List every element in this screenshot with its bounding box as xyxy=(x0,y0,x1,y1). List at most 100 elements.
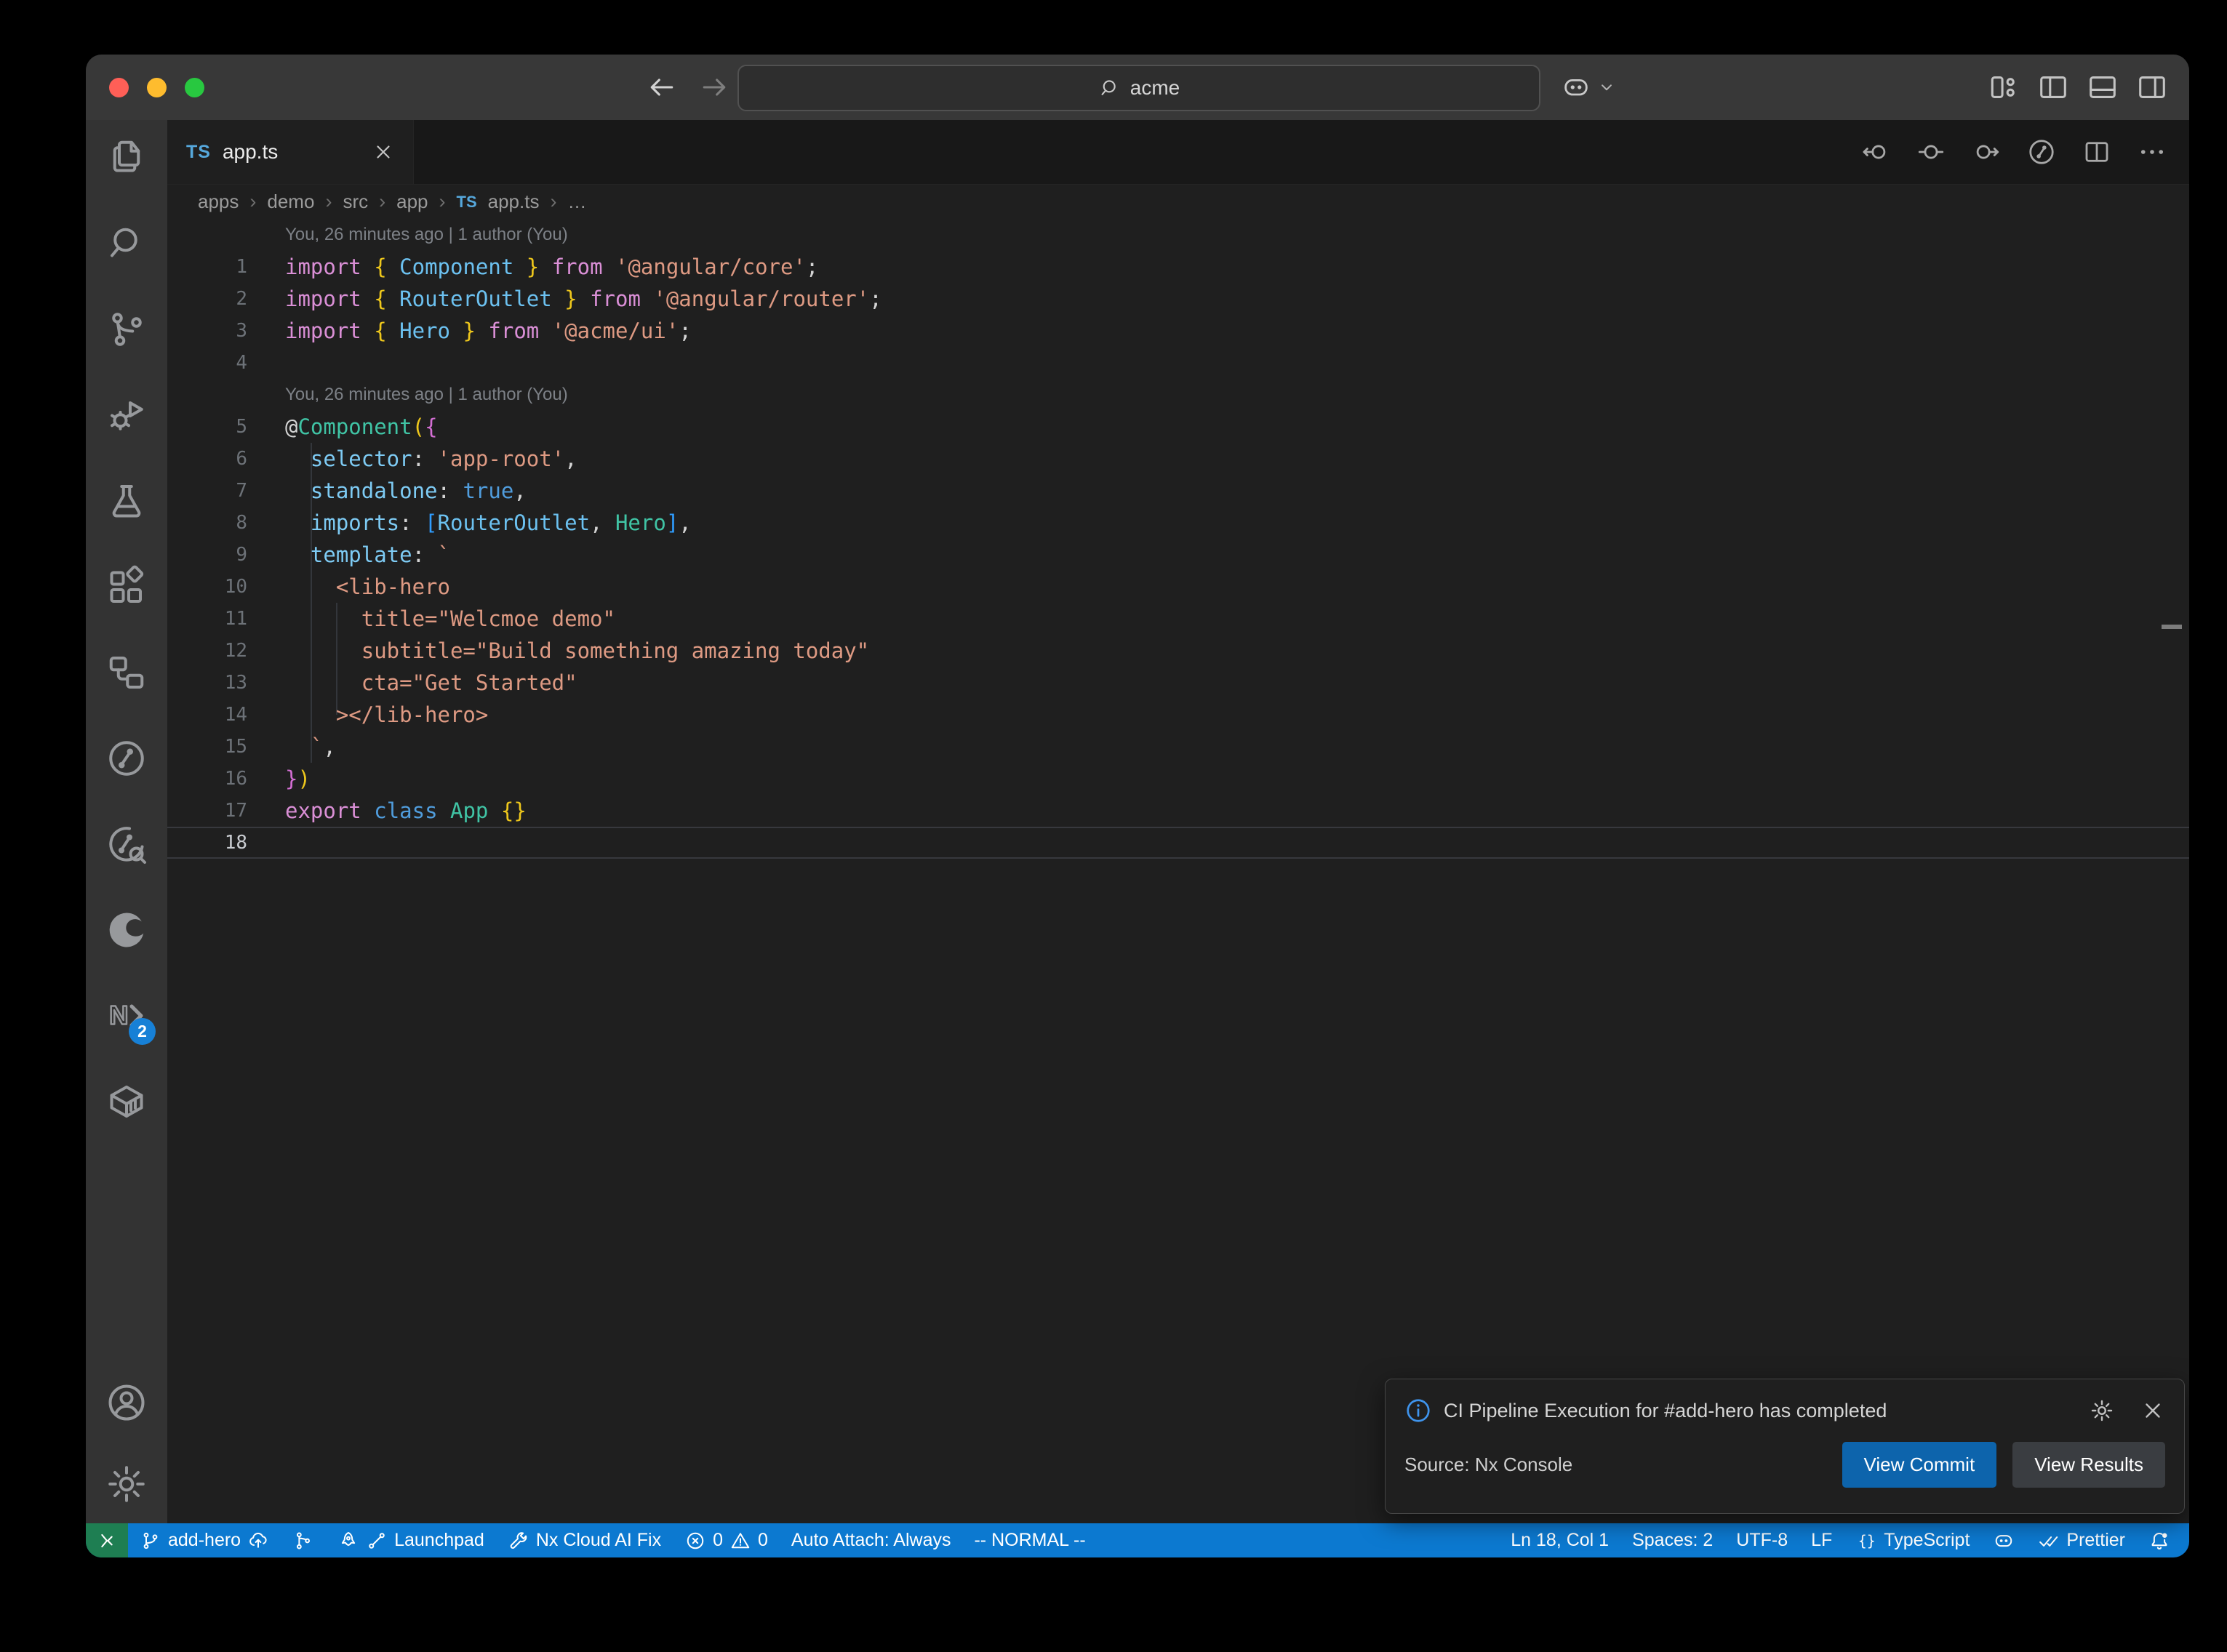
code-line[interactable]: 9 template: ` xyxy=(167,539,2189,571)
activity-item-search[interactable] xyxy=(105,222,148,265)
statusbar-text: Auto Attach: Always xyxy=(791,1530,951,1551)
customize-layout-icon[interactable] xyxy=(1987,71,2020,104)
breadcrumb-separator: › xyxy=(550,191,556,213)
activity-item-settings[interactable] xyxy=(105,1462,148,1506)
activity-item-gitlens-inspect[interactable] xyxy=(105,822,148,866)
statusbar-cursor-position[interactable]: Ln 18, Col 1 xyxy=(1499,1523,1620,1557)
gitlens-previous-icon[interactable] xyxy=(1916,137,1946,167)
code-line[interactable]: 2import { RouterOutlet } from '@angular/… xyxy=(167,283,2189,315)
navigate-back-icon[interactable] xyxy=(646,71,678,103)
activity-item-nx-console[interactable]: N2 xyxy=(105,994,148,1038)
activity-item-accounts[interactable] xyxy=(105,1381,148,1424)
navigate-forward-icon[interactable] xyxy=(698,71,730,103)
code-line[interactable]: 18 xyxy=(167,827,2189,859)
code-line[interactable]: 12 subtitle="Build something amazing tod… xyxy=(167,635,2189,667)
code-line[interactable]: 13 cta="Get Started" xyxy=(167,667,2189,699)
activity-item-edge-tools[interactable] xyxy=(105,908,148,952)
close-tab-icon[interactable] xyxy=(372,141,394,163)
more-actions-icon[interactable] xyxy=(2137,137,2167,167)
code-text: subtitle="Build something amazing today" xyxy=(285,635,869,667)
activity-item-containers[interactable] xyxy=(105,1080,148,1123)
statusbar-copilot-status[interactable] xyxy=(1981,1523,2026,1557)
activity-bar: N2 xyxy=(86,120,167,1523)
code-line[interactable]: 14 ></lib-hero> xyxy=(167,699,2189,731)
statusbar-nx-cloud-ai-fix[interactable]: Nx Cloud AI Fix xyxy=(496,1523,673,1557)
statusbar-gitlens-launchpad[interactable]: Launchpad xyxy=(326,1523,496,1557)
code-text: }) xyxy=(285,763,311,795)
code-line[interactable]: 1import { Component } from '@angular/cor… xyxy=(167,251,2189,283)
code-text: @Component({ xyxy=(285,411,438,443)
title-bar: acme xyxy=(86,55,2189,120)
gitlens-open-changes-icon[interactable] xyxy=(1860,137,1891,167)
git-branch-icon xyxy=(140,1530,161,1552)
code-line[interactable]: 10 <lib-hero xyxy=(167,571,2189,603)
code-line[interactable]: 16}) xyxy=(167,763,2189,795)
minimize-window-button[interactable] xyxy=(147,78,167,97)
code-line[interactable]: 15 `, xyxy=(167,731,2189,763)
breadcrumb-item[interactable]: apps xyxy=(198,191,239,213)
activity-item-testing[interactable] xyxy=(105,479,148,523)
statusbar-vim-mode[interactable]: -- NORMAL -- xyxy=(962,1523,1097,1557)
breadcrumb-separator: › xyxy=(379,191,385,213)
breadcrumb-item-file[interactable]: app.ts xyxy=(488,191,540,213)
code-text: template: ` xyxy=(285,539,450,571)
zoom-window-button[interactable] xyxy=(185,78,204,97)
view-results-button[interactable]: View Results xyxy=(2012,1442,2165,1488)
statusbar-remote-indicator[interactable] xyxy=(86,1523,128,1557)
code-line[interactable]: 17export class App {} xyxy=(167,795,2189,827)
statusbar-eol[interactable]: LF xyxy=(1799,1523,1844,1557)
breadcrumb-item[interactable]: demo xyxy=(267,191,314,213)
gitlens-next-icon[interactable] xyxy=(1971,137,2002,167)
breadcrumb-item[interactable]: src xyxy=(343,191,368,213)
code-line[interactable]: 6 selector: 'app-root', xyxy=(167,443,2189,475)
code-line[interactable]: 11 title="Welcmoe demo" xyxy=(167,603,2189,635)
command-center-search[interactable]: acme xyxy=(737,65,1540,111)
statusbar-indentation[interactable]: Spaces: 2 xyxy=(1620,1523,1724,1557)
activity-item-explorer[interactable] xyxy=(105,136,148,180)
notification-settings-gear-icon[interactable] xyxy=(2090,1398,2114,1423)
toggle-panel-icon[interactable] xyxy=(2086,71,2119,104)
svg-text:N: N xyxy=(109,1000,128,1030)
toggle-sidebar-left-icon[interactable] xyxy=(2036,71,2070,104)
activity-item-source-control[interactable] xyxy=(105,308,148,351)
notification-close-icon[interactable] xyxy=(2140,1398,2165,1423)
code-editor[interactable]: You, 26 minutes ago | 1 author (You)1imp… xyxy=(167,219,2189,1523)
statusbar-git-branch[interactable]: add-hero xyxy=(128,1523,281,1557)
statusbar-problems[interactable]: 00 xyxy=(673,1523,780,1557)
rocket-icon xyxy=(337,1530,359,1552)
blame-annotation[interactable]: You, 26 minutes ago | 1 author (You) xyxy=(167,219,2189,251)
tab-app-ts[interactable]: TS app.ts xyxy=(167,120,414,184)
statusbar-text: 0 xyxy=(713,1530,723,1551)
statusbar-git-graph[interactable] xyxy=(281,1523,326,1557)
typescript-file-icon: TS xyxy=(457,193,477,212)
statusbar-formatter-prettier[interactable]: Prettier xyxy=(2026,1523,2137,1557)
view-commit-button[interactable]: View Commit xyxy=(1842,1442,1997,1488)
line-number: 4 xyxy=(167,347,285,379)
statusbar-auto-attach[interactable]: Auto Attach: Always xyxy=(780,1523,963,1557)
breadcrumb-item[interactable]: app xyxy=(396,191,428,213)
breadcrumb-item-symbol[interactable]: … xyxy=(567,191,586,213)
statusbar-language-mode[interactable]: {}TypeScript xyxy=(1844,1523,1981,1557)
activity-item-remote-explorer[interactable] xyxy=(105,651,148,694)
git-graph-icon xyxy=(292,1530,314,1552)
code-line[interactable]: 8 imports: [RouterOutlet, Hero], xyxy=(167,507,2189,539)
statusbar-notifications-bell[interactable] xyxy=(2137,1523,2182,1557)
activity-item-run-debug[interactable] xyxy=(105,393,148,437)
code-text: imports: [RouterOutlet, Hero], xyxy=(285,507,692,539)
copilot-menu[interactable] xyxy=(1561,55,1616,120)
blame-annotation[interactable]: You, 26 minutes ago | 1 author (You) xyxy=(167,379,2189,411)
code-line[interactable]: 3import { Hero } from '@acme/ui'; xyxy=(167,315,2189,347)
close-window-button[interactable] xyxy=(109,78,129,97)
toggle-sidebar-right-icon[interactable] xyxy=(2135,71,2169,104)
layout-controls xyxy=(1987,55,2169,120)
code-line[interactable]: 4 xyxy=(167,347,2189,379)
statusbar-text: Nx Cloud AI Fix xyxy=(536,1530,661,1551)
code-line[interactable]: 7 standalone: true, xyxy=(167,475,2189,507)
split-editor-icon[interactable] xyxy=(2082,137,2112,167)
line-number: 8 xyxy=(167,507,285,539)
statusbar-encoding[interactable]: UTF-8 xyxy=(1724,1523,1799,1557)
nx-graph-icon[interactable] xyxy=(2026,137,2057,167)
activity-item-gitlens[interactable] xyxy=(105,737,148,780)
code-line[interactable]: 5@Component({ xyxy=(167,411,2189,443)
activity-item-extensions[interactable] xyxy=(105,565,148,609)
